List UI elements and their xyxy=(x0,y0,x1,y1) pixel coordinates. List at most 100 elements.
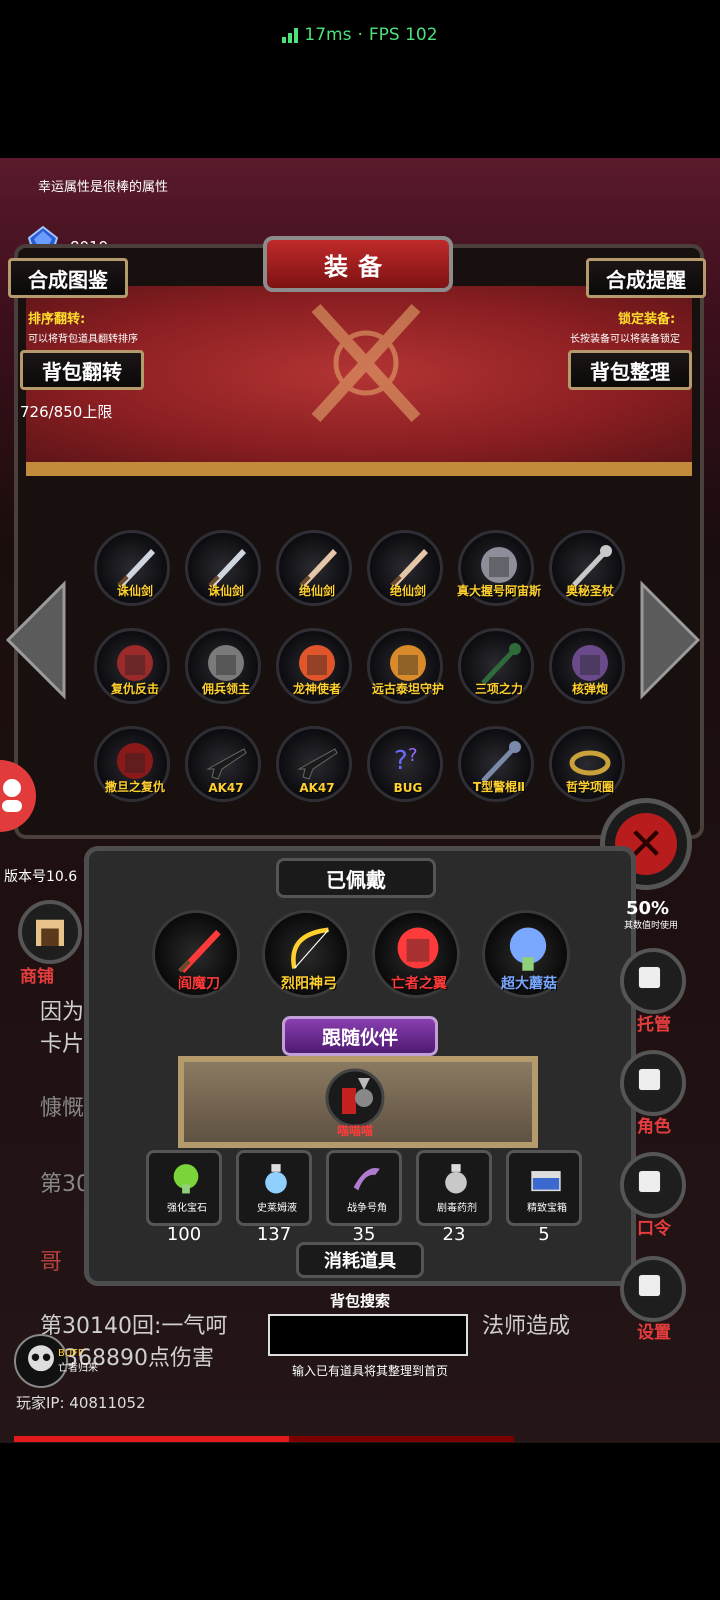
bag-search-input[interactable] xyxy=(268,1314,468,1356)
log-line: 哥 xyxy=(40,1250,63,1275)
player-ip: 玩家IP: 40811052 xyxy=(16,1394,146,1412)
consumable-item[interactable]: 精致宝箱 xyxy=(506,1150,582,1226)
inventory-item[interactable]: 三项之力 xyxy=(458,628,534,704)
consumable-item[interactable]: 史莱姆液 xyxy=(236,1150,312,1226)
equipped-item[interactable]: 烈阳神弓 xyxy=(262,910,350,998)
avatar-icon[interactable] xyxy=(0,760,36,832)
consumable-item[interactable]: 强化宝石 xyxy=(146,1150,222,1226)
gear-icon xyxy=(637,1273,662,1298)
companion-section-title: 跟随伙伴 xyxy=(282,1016,438,1056)
consumable-item[interactable]: 剧毒药剂 xyxy=(416,1150,492,1226)
inventory-item[interactable]: 核弹炮 xyxy=(549,628,625,704)
dice-icon xyxy=(637,965,662,990)
sort-flip-label: 排序翻转: xyxy=(28,312,86,327)
bag-search-label: 背包搜索 xyxy=(329,1292,390,1310)
side-counter: 50% xyxy=(626,898,670,919)
svg-text:?: ? xyxy=(408,745,418,766)
inventory-item-label: T型警棍Ⅱ xyxy=(472,780,526,794)
equipped-item[interactable]: 亡者之翼 xyxy=(372,910,460,998)
bow-icon xyxy=(291,927,329,969)
hp-bar-fill xyxy=(14,1436,289,1442)
log-line: 第30140回:一气呵 xyxy=(40,1314,228,1339)
lock-equip-label: 锁定装备: xyxy=(618,312,676,327)
synthesis-guide-button[interactable]: 合成图鉴 xyxy=(8,258,128,298)
inventory-item[interactable]: 龙神使者 xyxy=(276,628,352,704)
inventory-item[interactable]: 诛仙剑 xyxy=(185,530,261,606)
horn-icon xyxy=(353,1167,380,1191)
inventory-item[interactable]: 真大握号阿宙斯 xyxy=(457,530,541,606)
status-separator: · xyxy=(357,25,363,45)
inventory-item[interactable]: 绝仙剑 xyxy=(367,530,443,606)
prev-page-arrow-icon[interactable] xyxy=(6,580,66,700)
side-menu-button[interactable] xyxy=(620,1256,686,1322)
consumable-count: 23 xyxy=(442,1224,466,1245)
status-bar: 17ms · FPS 102 xyxy=(0,0,720,70)
companion-name: 喵喵喵 xyxy=(336,1124,373,1138)
side-menu-button[interactable] xyxy=(620,948,686,1014)
armor-icon xyxy=(208,645,244,681)
bag-tidy-button[interactable]: 背包整理 xyxy=(568,350,692,390)
inventory-item[interactable]: T型警棍Ⅱ xyxy=(458,726,534,802)
equipped-item[interactable]: 阎魔刀 xyxy=(152,910,240,998)
next-page-arrow-icon[interactable] xyxy=(640,580,700,700)
armor-icon xyxy=(481,547,517,583)
inventory-item[interactable]: AK47 xyxy=(276,726,352,802)
collar-icon xyxy=(569,750,611,776)
log-line: 法师造成 xyxy=(482,1314,571,1339)
scroll-icon xyxy=(637,1169,662,1194)
bag-search-hint: 输入已有道具将其整理到首页 xyxy=(291,1364,448,1378)
equipped-item-label: 超大蘑菇 xyxy=(501,976,557,992)
equipped-item[interactable]: 超大蘑菇 xyxy=(482,910,570,998)
version-label: 版本号10.6 xyxy=(4,869,78,885)
inventory-item-label: BUG xyxy=(393,781,423,795)
inventory-item[interactable]: 佣兵领主 xyxy=(185,628,261,704)
inventory-item[interactable]: ?? BUG xyxy=(367,726,443,802)
sword-icon xyxy=(208,549,246,587)
buff-name: 亡者归来 xyxy=(58,1363,98,1374)
signal-icon xyxy=(282,27,299,43)
spear-icon xyxy=(481,643,521,685)
chest-icon xyxy=(531,1171,561,1192)
log-line: 慷慨 xyxy=(40,1096,85,1121)
banner-tip: 幸运属性是很棒的属性 xyxy=(38,180,169,195)
mushroom-icon xyxy=(509,927,547,971)
consumable-name: 剧毒药剂 xyxy=(437,1203,477,1214)
potion-icon xyxy=(265,1164,287,1194)
inventory-item[interactable]: 诛仙剑 xyxy=(94,530,170,606)
side-menu-label: 角色 xyxy=(637,1117,671,1137)
consumable-count: 100 xyxy=(166,1224,202,1245)
sword-icon xyxy=(390,549,428,587)
shop-icon xyxy=(36,919,64,946)
consumable-name: 精致宝箱 xyxy=(527,1203,567,1214)
inventory-item[interactable]: 远古泰坦守护 xyxy=(367,628,444,704)
equipped-section-title: 已佩戴 xyxy=(276,858,436,898)
inventory-item[interactable]: AK47 xyxy=(185,726,261,802)
inventory-item[interactable]: 哲学项圈 xyxy=(549,726,625,802)
inventory-item[interactable]: 奥秘圣杖 xyxy=(549,530,625,606)
inventory-item-label: 绝仙剑 xyxy=(389,584,426,598)
side-menu-button[interactable] xyxy=(620,1050,686,1116)
inventory-item-label: AK47 xyxy=(208,781,244,795)
bag-flip-button[interactable]: 背包翻转 xyxy=(20,350,144,390)
consumable-item[interactable]: 战争号角 xyxy=(326,1150,402,1226)
side-menu-button[interactable] xyxy=(620,1152,686,1218)
inventory-item[interactable]: 复仇反击 xyxy=(94,628,170,704)
inventory-item-label: AK47 xyxy=(299,781,335,795)
inventory-item-label: 诛仙剑 xyxy=(207,584,244,598)
side-counter-caption: 其数值时使用 xyxy=(624,921,679,931)
side-menu-label: 托管 xyxy=(637,1015,671,1035)
consumables-section-title: 消耗道具 xyxy=(296,1242,424,1278)
sort-flip-text: 可以将背包道具翻转排序 xyxy=(28,334,138,345)
equipped-item-label: 阎魔刀 xyxy=(178,976,220,992)
synthesis-reminder-button[interactable]: 合成提醒 xyxy=(586,258,706,298)
inventory-item-label: 撒旦之复仇 xyxy=(104,780,165,794)
shop-button[interactable] xyxy=(18,900,82,964)
sword-icon xyxy=(117,549,155,587)
staff-icon xyxy=(572,545,612,587)
gem-icon xyxy=(173,1164,199,1194)
inventory-item-label: 复仇反击 xyxy=(110,682,159,696)
inventory-item-label: 绝仙剑 xyxy=(298,584,335,598)
inventory-item[interactable]: 绝仙剑 xyxy=(276,530,352,606)
side-menu-label: 设置 xyxy=(637,1323,671,1343)
inventory-item[interactable]: 撒旦之复仇 xyxy=(94,726,170,802)
